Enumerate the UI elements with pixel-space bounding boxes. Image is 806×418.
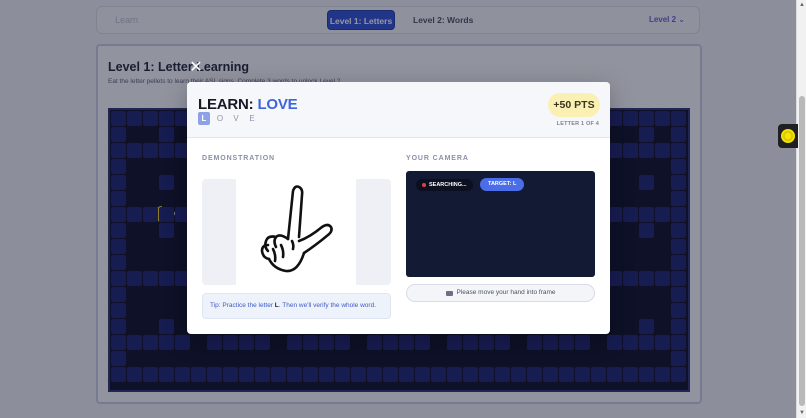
page-scrollbar[interactable]: ▲ ▼: [796, 0, 806, 418]
camera-status-text: SEARCHING...: [429, 182, 467, 188]
tip-prefix: Tip: Practice the letter: [210, 302, 273, 309]
letter-chip: V: [233, 114, 239, 123]
letter-chip: L: [198, 112, 210, 125]
close-icon[interactable]: ✕: [188, 60, 204, 76]
camera-icon: [445, 290, 453, 296]
side-widget[interactable]: [778, 124, 798, 148]
points-badge: +50 PTS: [548, 93, 600, 117]
asl-letter-l-hand-icon: [260, 185, 333, 273]
letter-chip: O: [216, 114, 224, 123]
learn-word: LOVE: [257, 96, 298, 113]
demonstration-label: DEMONSTRATION: [202, 155, 276, 162]
spark-icon: [781, 129, 795, 143]
tip-suffix: . Then we'll verify the whole word.: [278, 302, 377, 309]
scroll-up-icon[interactable]: ▲: [797, 0, 806, 10]
letter-chip: E: [249, 114, 255, 123]
camera-target-pill: TARGET: L: [480, 178, 525, 191]
modal-header: LEARN: LOVE L O V E +50 PTS LETTER 1 OF …: [187, 82, 610, 138]
recording-dot-icon: [422, 183, 426, 187]
learn-letter-modal: LEARN: LOVE L O V E +50 PTS LETTER 1 OF …: [187, 82, 610, 334]
camera-message: Please move your hand into frame: [406, 284, 595, 302]
asl-hand-sign-image: [236, 179, 356, 285]
camera-feed: SEARCHING... TARGET: L: [406, 171, 595, 277]
demonstration-panel: [202, 179, 391, 285]
tip-box: Tip: Practice the letter L. Then we'll v…: [202, 293, 391, 319]
learn-title: LEARN: LOVE: [198, 96, 298, 113]
camera-message-text: Please move your hand into frame: [456, 289, 556, 296]
camera-status-pill: SEARCHING...: [416, 179, 473, 191]
scroll-down-icon[interactable]: ▼: [797, 408, 806, 418]
word-letters: L O V E: [198, 112, 258, 125]
learn-prefix: LEARN:: [198, 96, 254, 113]
scroll-thumb[interactable]: [799, 96, 805, 406]
camera-label: YOUR CAMERA: [406, 155, 469, 162]
letter-progress: LETTER 1 OF 4: [556, 121, 599, 127]
